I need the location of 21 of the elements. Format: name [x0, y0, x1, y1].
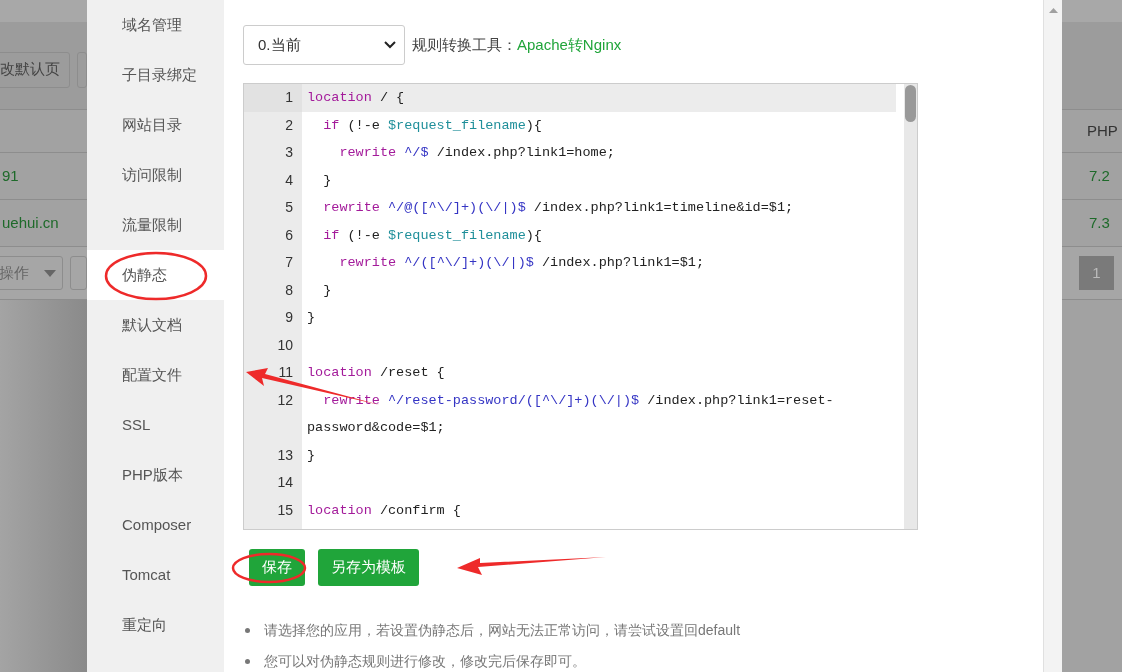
- code-editor[interactable]: [243, 83, 918, 530]
- line-number: 1: [244, 84, 302, 112]
- chevron-down-icon: [384, 41, 396, 49]
- sidebar-item[interactable]: 伪静态: [87, 250, 224, 300]
- dimmed-page-header: [1062, 0, 1122, 22]
- dimmed-site-name: 91: [2, 165, 19, 186]
- tip-text: 请选择您的应用，若设置伪静态后，网站无法正常访问，请尝试设置回default: [264, 621, 741, 640]
- scrollbar-thumb[interactable]: [905, 85, 916, 122]
- tip-text: 您可以对伪静态规则进行修改，修改完后保存即可。: [264, 652, 586, 671]
- converter-label: 规则转换工具：: [412, 34, 517, 55]
- modal-scrollbar[interactable]: [1043, 0, 1062, 672]
- dimmed-php-version: 7.2: [1089, 165, 1110, 186]
- dimmed-column-header: PHP: [1087, 120, 1118, 141]
- bullet-icon: [245, 628, 250, 633]
- bullet-icon: [245, 659, 250, 664]
- caret-icon: [43, 269, 56, 277]
- rule-select[interactable]: 0.当前: [243, 25, 405, 65]
- dimmed-site-name: uehui.cn: [2, 212, 59, 233]
- editor-scrollbar[interactable]: [904, 84, 917, 529]
- dimmed-php-version: 7.3: [1089, 212, 1110, 233]
- scroll-up-icon[interactable]: [1048, 8, 1058, 13]
